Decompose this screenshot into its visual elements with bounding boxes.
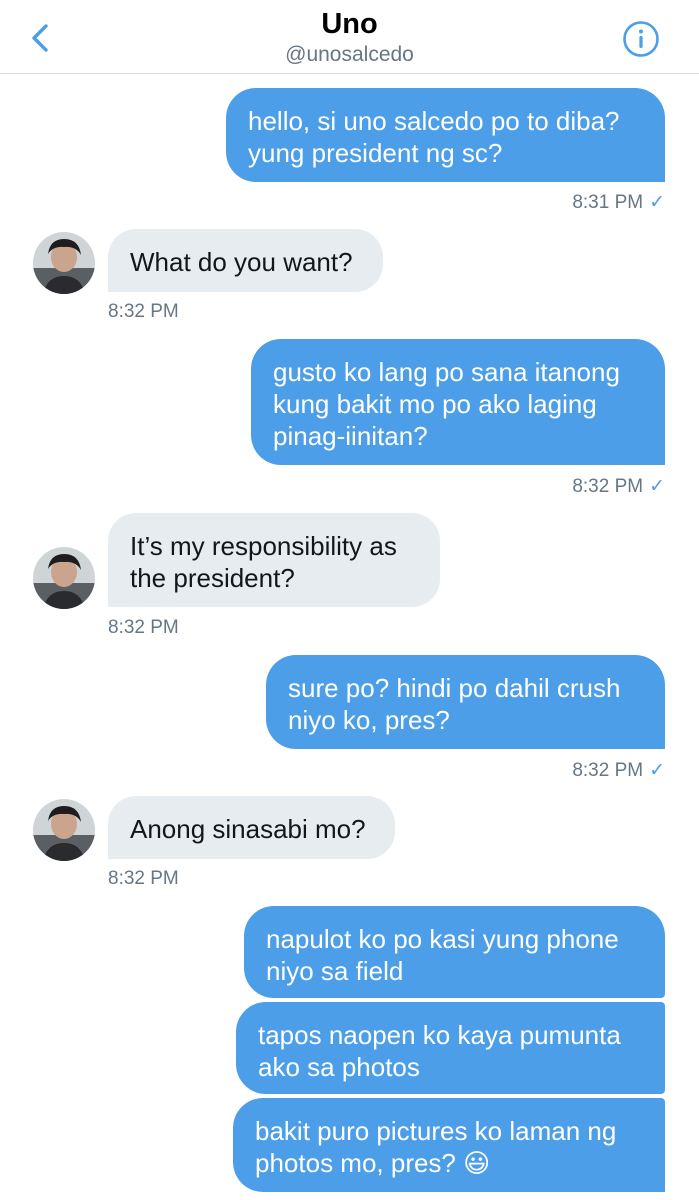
info-icon[interactable] [622,20,660,58]
message-text-line: pinag-iinitan? [273,421,428,451]
received-message-bubble[interactable]: Anong sinasabi mo? [108,796,395,859]
timestamp-text: 8:32 PM [108,301,179,322]
timestamp-text: 8:31 PM [572,192,644,213]
avatar[interactable] [33,232,95,294]
timestamp-text: 8:32 PM [572,476,644,497]
sent-message-bubble[interactable]: gusto ko lang po sana itanong kung bakit… [251,339,665,465]
message-text-line: Anong sinasabi mo? [130,814,366,844]
sent-message-bubble[interactable]: bakit puro pictures ko laman ng photos m… [233,1098,665,1192]
sent-message-bubble[interactable]: hello, si uno salcedo po to diba? yung p… [226,88,665,182]
avatar[interactable] [33,547,95,609]
avatar[interactable] [33,799,95,861]
message-text-line: gusto ko lang po sana itanong [273,357,620,387]
message-text-line: niyo sa field [266,956,404,986]
conversation-title[interactable]: Uno [0,8,699,41]
message-text-line: kung bakit mo po ako laging [273,389,597,419]
avatar-photo-icon [33,232,95,294]
message-text-line: the president? [130,563,295,593]
message-timestamp: 8:32 PM [108,868,179,890]
read-check-icon: ✓ [649,476,665,497]
smiley-emoji-icon: 😃 [463,1148,491,1178]
message-text-line: sure po? hindi po dahil crush [288,673,621,703]
message-text-line: What do you want? [130,247,353,277]
message-timestamp: 8:31 PM ✓ [572,191,665,214]
conversation-header: Uno @unosalcedo [0,0,699,74]
read-check-icon: ✓ [649,760,665,781]
message-timestamp: 8:32 PM [108,301,179,323]
timestamp-text: 8:32 PM [108,617,179,638]
message-text-line: tapos naopen ko kaya pumunta [258,1020,621,1050]
received-message-bubble[interactable]: It’s my responsibility as the president? [108,513,440,607]
avatar-photo-icon [33,799,95,861]
timestamp-text: 8:32 PM [108,868,179,889]
message-timestamp: 8:32 PM ✓ [572,759,665,782]
message-text-line: niyo ko, pres? [288,705,450,735]
sent-message-bubble[interactable]: napulot ko po kasi yung phone niyo sa fi… [244,906,665,998]
message-timestamp: 8:32 PM ✓ [572,475,665,498]
message-text-line: It’s my responsibility as [130,531,397,561]
message-timestamp: 8:32 PM [108,617,179,639]
message-text-fragment: photos mo, pres? [255,1148,456,1178]
received-message-bubble[interactable]: What do you want? [108,229,383,292]
avatar-photo-icon [33,547,95,609]
conversation-handle: @unosalcedo [285,43,414,66]
read-check-icon: ✓ [649,192,665,213]
message-text-line: bakit puro pictures ko laman ng [255,1116,617,1146]
message-text-line: yung president ng sc? [248,138,503,168]
message-text-line: hello, si uno salcedo po to diba? [248,106,620,136]
message-text-line: ako sa photos [258,1052,420,1082]
sent-message-bubble[interactable]: tapos naopen ko kaya pumunta ako sa phot… [236,1002,665,1094]
sent-message-bubble[interactable]: sure po? hindi po dahil crush niyo ko, p… [266,655,665,749]
timestamp-text: 8:32 PM [572,760,644,781]
message-text-line: napulot ko po kasi yung phone [266,924,619,954]
message-text-line: photos mo, pres? 😃 [255,1147,643,1179]
